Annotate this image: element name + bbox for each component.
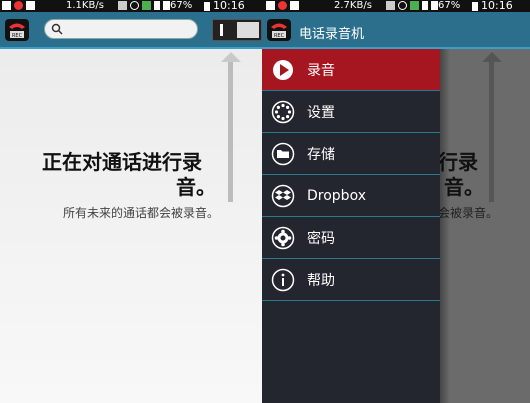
wifi-icon [142, 1, 151, 10]
battery-icon [204, 2, 210, 11]
record-notify-icon [14, 1, 23, 10]
call-recorder-icon[interactable]: REC [266, 17, 292, 43]
pointer-arrow-line [489, 62, 494, 202]
battery-icon [472, 2, 478, 11]
network-speed: 2.7KB/s [334, 0, 372, 11]
menu-item-label: Dropbox [307, 187, 366, 204]
sim-icon [154, 1, 160, 10]
alarm-icon [130, 1, 139, 10]
notification-icons [266, 1, 299, 10]
recording-toggle[interactable] [212, 19, 262, 41]
folder-icon [271, 142, 295, 165]
menu-item-label: 密码 [307, 230, 335, 247]
menu-item-help[interactable]: 帮助 [262, 259, 440, 301]
sim-icon [422, 1, 428, 10]
menu-item-settings[interactable]: 设置 [262, 91, 440, 133]
menu-item-record[interactable]: 录音 [262, 49, 440, 91]
record-notify-icon [278, 1, 287, 10]
network-speed: 1.1KB/s [66, 0, 104, 11]
bg-title-line2: 音。 [444, 175, 484, 199]
menu-item-label: 设置 [307, 104, 335, 121]
status-title-line1: 正在对通话进行录 [42, 150, 202, 174]
asterisk-icon [271, 226, 295, 249]
status-bar: 2.7KB/s 67% 10:16 [262, 0, 530, 12]
notification-icons [2, 1, 35, 10]
status-bar: 1.1KB/s 67% 10:16 [0, 0, 262, 12]
notification-icon [2, 1, 11, 10]
menu-item-storage[interactable]: 存储 [262, 133, 440, 175]
search-icon [51, 23, 63, 35]
hd-icon [118, 1, 127, 10]
toggle-on-indicator [220, 24, 223, 36]
hd-icon [386, 1, 395, 10]
left-screen: 1.1KB/s 67% 10:16 REC 正在对通话进行录 音。 所有未来的通… [0, 0, 262, 403]
battery-percent: 67% [170, 0, 193, 11]
status-icons [386, 1, 438, 10]
svg-text:REC: REC [12, 33, 23, 39]
dropbox-icon [271, 184, 295, 207]
signal-icon [431, 1, 438, 10]
alarm-icon [398, 1, 407, 10]
drawer-shadow [440, 49, 450, 403]
photo-notify-icon [290, 1, 299, 10]
menu-item-label: 存储 [307, 146, 335, 163]
photo-notify-icon [26, 1, 35, 10]
app-title: 电话录音机 [299, 27, 365, 42]
notification-icon [266, 1, 275, 10]
wifi-icon [410, 1, 419, 10]
clock: 10:16 [481, 0, 513, 12]
recording-list-area [0, 49, 262, 403]
settings-dots-icon [271, 100, 295, 123]
battery-percent: 67% [438, 0, 461, 11]
drawer-menu: 录音 设置 存储 Dropbox 密码 帮助 [262, 49, 440, 301]
status-title-line2: 音。 [176, 175, 216, 199]
record-play-icon [273, 59, 293, 80]
menu-item-dropbox[interactable]: Dropbox [262, 175, 440, 217]
status-subtitle: 所有未来的通话都会被录音。 [63, 206, 220, 220]
clock: 10:16 [213, 0, 245, 12]
menu-item-label: 录音 [307, 62, 335, 79]
svg-text:REC: REC [274, 33, 285, 39]
pointer-arrow-head [221, 52, 241, 62]
app-bar: REC [0, 12, 262, 49]
signal-icon [163, 1, 170, 10]
info-icon [271, 268, 295, 291]
pointer-arrow-line [228, 62, 233, 202]
toggle-knob [237, 22, 259, 38]
search-input[interactable] [44, 19, 198, 39]
navigation-drawer: 录音 设置 存储 Dropbox 密码 帮助 [262, 49, 450, 403]
menu-item-password[interactable]: 密码 [262, 217, 440, 259]
status-icons [118, 1, 170, 10]
pointer-arrow-head [482, 52, 502, 62]
app-bar: REC 电话录音机 [262, 12, 530, 49]
call-recorder-icon[interactable]: REC [4, 17, 30, 43]
menu-item-label: 帮助 [307, 272, 335, 289]
right-screen: 2.7KB/s 67% 10:16 REC 电话录音机 行录 音。 会被录音。 [262, 0, 530, 403]
